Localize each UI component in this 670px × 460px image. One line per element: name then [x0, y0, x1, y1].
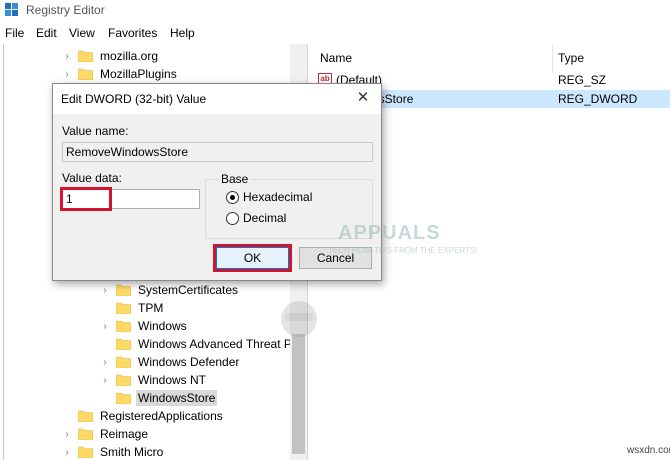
dialog-titlebar: Edit DWORD (32-bit) Value ✕: [53, 84, 381, 114]
tree-item-label: Windows NT: [138, 373, 207, 387]
tree-item[interactable]: Windows Advanced Threat P: [100, 335, 294, 353]
tree-item-label: Windows: [138, 319, 187, 333]
watermark-brand: APPUALS: [338, 222, 441, 244]
chevron-right-icon[interactable]: ›: [62, 429, 72, 440]
radio-decimal-label: Decimal: [243, 211, 287, 225]
tree-item-label: MozillaPlugins: [100, 67, 177, 81]
menu-bar: File Edit View Favorites Help: [0, 24, 670, 43]
tree-item-label: TPM: [138, 301, 164, 315]
folder-icon: [78, 428, 93, 440]
tree-item-label: Reimage: [100, 427, 149, 441]
radio-unchecked-icon: [226, 211, 239, 225]
window-title: Registry Editor: [26, 3, 105, 17]
folder-icon: [78, 410, 93, 422]
tree-item[interactable]: WindowsStore: [100, 389, 218, 407]
menu-file[interactable]: File: [5, 26, 24, 40]
folder-icon: [116, 374, 131, 386]
folder-icon: [78, 446, 93, 458]
chevron-right-icon[interactable]: ›: [100, 285, 110, 296]
tree-scrollbar-thumb[interactable]: [292, 334, 305, 454]
tree-item[interactable]: › SystemCertificates: [100, 281, 240, 299]
value-data-label: Value data:: [62, 171, 122, 185]
tree-left-border: [3, 44, 4, 460]
folder-icon: [116, 392, 131, 404]
chevron-right-icon[interactable]: ›: [100, 375, 110, 386]
column-header-name[interactable]: Name: [312, 44, 552, 72]
chevron-right-icon[interactable]: ›: [62, 51, 72, 62]
folder-icon: [116, 356, 131, 368]
radio-checked-icon: [226, 190, 239, 204]
tree-item[interactable]: › mozilla.org: [62, 47, 160, 65]
chevron-right-icon[interactable]: ›: [62, 447, 72, 458]
folder-icon: [116, 338, 131, 350]
folder-icon: [78, 68, 93, 80]
tree-item[interactable]: › Smith Micro: [62, 443, 165, 460]
menu-favorites[interactable]: Favorites: [108, 26, 157, 40]
radio-hexadecimal-label: Hexadecimal: [243, 190, 313, 204]
tree-item-label: WindowsStore: [136, 390, 218, 406]
tree-item-label: Windows Defender: [138, 355, 240, 369]
tree-item-label: mozilla.org: [100, 49, 159, 63]
chevron-right-icon[interactable]: ›: [100, 357, 110, 368]
value-type: REG_DWORD: [558, 92, 638, 106]
tree-item[interactable]: › Windows Defender: [100, 353, 241, 371]
chevron-right-icon[interactable]: ›: [100, 321, 110, 332]
column-header-type[interactable]: Type: [550, 44, 670, 72]
registry-editor-app-icon: [5, 3, 18, 16]
tree-item[interactable]: › Reimage: [62, 425, 150, 443]
ok-button[interactable]: OK: [216, 247, 289, 269]
menu-edit[interactable]: Edit: [36, 26, 57, 40]
chevron-right-icon[interactable]: ›: [62, 69, 72, 80]
base-label: Base: [219, 172, 251, 186]
value-name-label: Value name:: [62, 124, 129, 138]
value-type: REG_SZ: [558, 73, 607, 87]
tree-item-label: SystemCertificates: [138, 283, 239, 297]
folder-icon: [116, 284, 131, 296]
window-titlebar: Registry Editor: [0, 0, 670, 22]
folder-icon: [78, 50, 93, 62]
dialog-title: Edit DWORD (32-bit) Value: [61, 92, 207, 106]
tree-item-label: RegisteredApplications: [100, 409, 223, 423]
tree-item[interactable]: › Windows NT: [100, 371, 208, 389]
menu-help[interactable]: Help: [170, 26, 195, 40]
value-name-field[interactable]: [62, 142, 373, 162]
tree-item[interactable]: TPM: [100, 299, 165, 317]
tree-item[interactable]: › MozillaPlugins: [62, 65, 179, 83]
tree-item-label: Smith Micro: [100, 445, 164, 459]
menu-view[interactable]: View: [69, 26, 95, 40]
radio-decimal[interactable]: Decimal: [226, 211, 286, 225]
folder-icon: [116, 302, 131, 314]
site-watermark: wsxdn.com: [627, 445, 670, 456]
radio-hexadecimal[interactable]: Hexadecimal: [226, 190, 312, 204]
close-icon[interactable]: ✕: [355, 90, 371, 106]
watermark-tagline: TECH HOW-TO'S FROM THE EXPERTS!: [328, 246, 478, 255]
tree-item[interactable]: RegisteredApplications: [62, 407, 225, 425]
value-data-field[interactable]: [62, 189, 200, 209]
tree-item-label: Windows Advanced Threat P: [138, 337, 292, 351]
folder-icon: [116, 320, 131, 332]
tree-item[interactable]: › Windows: [100, 317, 189, 335]
